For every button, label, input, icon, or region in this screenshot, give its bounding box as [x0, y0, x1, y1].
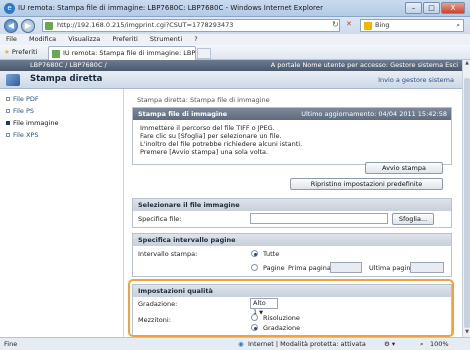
internet-explorer-icon: e [4, 3, 15, 14]
status-text: Fine [4, 340, 18, 348]
scroll-up-icon[interactable]: ▲ [463, 60, 470, 68]
select-file-header: Selezionare il file immagine [133, 199, 451, 211]
address-row: ◀ ▶ http://192.168.0.215/imgprint.cgi?CS… [0, 17, 470, 34]
search-input[interactable]: Bing ⌕ [360, 19, 464, 32]
favorites-bar: ★ Preferiti IU remota: Stampa file di im… [0, 45, 470, 60]
last-update: Ultimo aggiornamento: 04/04 2011 15:42:5… [301, 110, 447, 118]
favorites-button[interactable]: ★ Preferiti [4, 47, 37, 58]
bing-icon [364, 22, 372, 30]
radio-all-label: Tutte [263, 250, 280, 258]
sidebar-item-label: File XPS [13, 131, 39, 139]
section-header: Stampa diretta Invio a gestore sistema [0, 71, 462, 89]
page-favicon [45, 22, 53, 30]
sidebar-item-label: File immagine [13, 119, 59, 127]
zoom-level[interactable]: 100% [430, 338, 449, 350]
range-label: Intervallo stampa: [138, 250, 198, 258]
file-label: Specifica file: [138, 215, 182, 223]
instruction-1: Immettere il percorso del file TIFF o JP… [140, 124, 275, 132]
first-page-label: Prima pagina: [288, 264, 333, 272]
bullet-icon [6, 109, 10, 113]
close-button[interactable]: X [441, 2, 465, 14]
sidebar-item-xps[interactable]: File XPS [6, 130, 38, 140]
vertical-scrollbar[interactable]: ▲ ▼ [462, 60, 470, 337]
reset-defaults-button[interactable]: Ripristino impostazioni predefinite [290, 178, 443, 190]
search-icon[interactable]: ⌕ [456, 20, 460, 31]
device-header: LBP7680C / LBP7680C / A portale Nome ute… [0, 60, 462, 71]
last-page-input[interactable] [410, 262, 444, 273]
menu-help[interactable]: ? [194, 35, 197, 43]
menu-modifica[interactable]: Modifica [29, 35, 56, 43]
minimize-button[interactable]: – [405, 2, 422, 14]
bullet-icon [6, 133, 10, 137]
sidebar-item-label: File PS [13, 107, 34, 115]
breadcrumb: Stampa diretta: Stampa file di immagine [137, 96, 270, 104]
sidebar-item-ps[interactable]: File PS [6, 106, 34, 116]
first-page-input[interactable] [330, 262, 362, 273]
refresh-icon[interactable]: ↻ [332, 20, 339, 29]
radio-pages-label: Pagine [263, 264, 285, 272]
globe-icon: ◉ [238, 340, 244, 348]
tab-favicon [52, 50, 60, 58]
radio-pages[interactable] [251, 264, 258, 271]
sidebar-item-image[interactable]: File immagine [6, 118, 58, 128]
device-name: LBP7680C / LBP7680C / [30, 61, 107, 69]
direct-print-icon [6, 74, 20, 86]
stop-icon[interactable]: ✕ [346, 20, 352, 28]
forward-button[interactable]: ▶ [21, 19, 35, 33]
window-titlebar: e IU remota: Stampa file di immagine: LB… [0, 0, 470, 17]
search-placeholder: Bing [375, 21, 390, 29]
instruction-3: L'inoltro del file potrebbe richiedere a… [140, 140, 303, 148]
settings-icon[interactable]: ⚙ ▾ [384, 338, 395, 350]
sidebar-item-label: File PDF [13, 95, 39, 103]
bullet-icon [6, 97, 10, 101]
status-bar: Fine ◉ Internet | Modalità protetta: att… [0, 337, 470, 350]
tab-title: IU remota: Stampa file di immagine: LBP7… [63, 49, 196, 57]
instruction-4: Premere [Avvio stampa] una sola volta. [140, 148, 269, 156]
admin-link[interactable]: Invio a gestore sistema [378, 76, 454, 84]
scroll-thumb[interactable] [464, 78, 470, 328]
menu-preferiti[interactable]: Preferiti [112, 35, 137, 43]
file-path-input[interactable] [250, 213, 388, 224]
favorites-label: Preferiti [11, 48, 38, 56]
menu-visualizza[interactable]: Visualizza [68, 35, 100, 43]
address-field[interactable]: http://192.168.0.215/imgprint.cgi?CSUT=1… [42, 19, 340, 32]
zoom-icon[interactable]: ⌕ [420, 338, 424, 350]
menu-file[interactable]: File [6, 35, 17, 43]
header-links[interactable]: A portale Nome utente per accesso: Gesto… [271, 60, 458, 71]
panel-title: Stampa file di immagine [138, 110, 228, 118]
maximize-button[interactable]: □ [423, 2, 440, 14]
bullet-icon [6, 121, 10, 125]
instruction-2: Fare clic su [Sfoglia] per selezionare u… [140, 132, 282, 140]
new-tab-button[interactable] [197, 48, 211, 59]
panel-header: Stampa file di immagine Ultimo aggiornam… [133, 108, 451, 120]
scroll-down-icon[interactable]: ▼ [463, 329, 470, 337]
menu-bar: File Modifica Visualizza Preferiti Strum… [0, 34, 470, 45]
window-title: IU remota: Stampa file di immagine: LBP7… [18, 4, 323, 12]
page-range-header: Specifica intervallo pagine [133, 234, 451, 246]
browser-tab[interactable]: IU remota: Stampa file di immagine: LBP7… [48, 46, 196, 60]
url-text: http://192.168.0.215/imgprint.cgi?CSUT=1… [57, 21, 234, 29]
radio-all[interactable] [251, 250, 258, 257]
star-icon: ★ [4, 48, 10, 56]
start-print-button[interactable]: Avvio stampa [365, 162, 443, 174]
browse-button[interactable]: Sfoglia... [392, 213, 434, 225]
highlight-frame [128, 279, 454, 337]
menu-strumenti[interactable]: Strumenti [150, 35, 182, 43]
security-zone: Internet | Modalità protetta: attivata [248, 340, 366, 348]
back-button[interactable]: ◀ [4, 19, 18, 33]
page-title: Stampa diretta [30, 74, 103, 84]
sidebar-item-pdf[interactable]: File PDF [6, 94, 39, 104]
